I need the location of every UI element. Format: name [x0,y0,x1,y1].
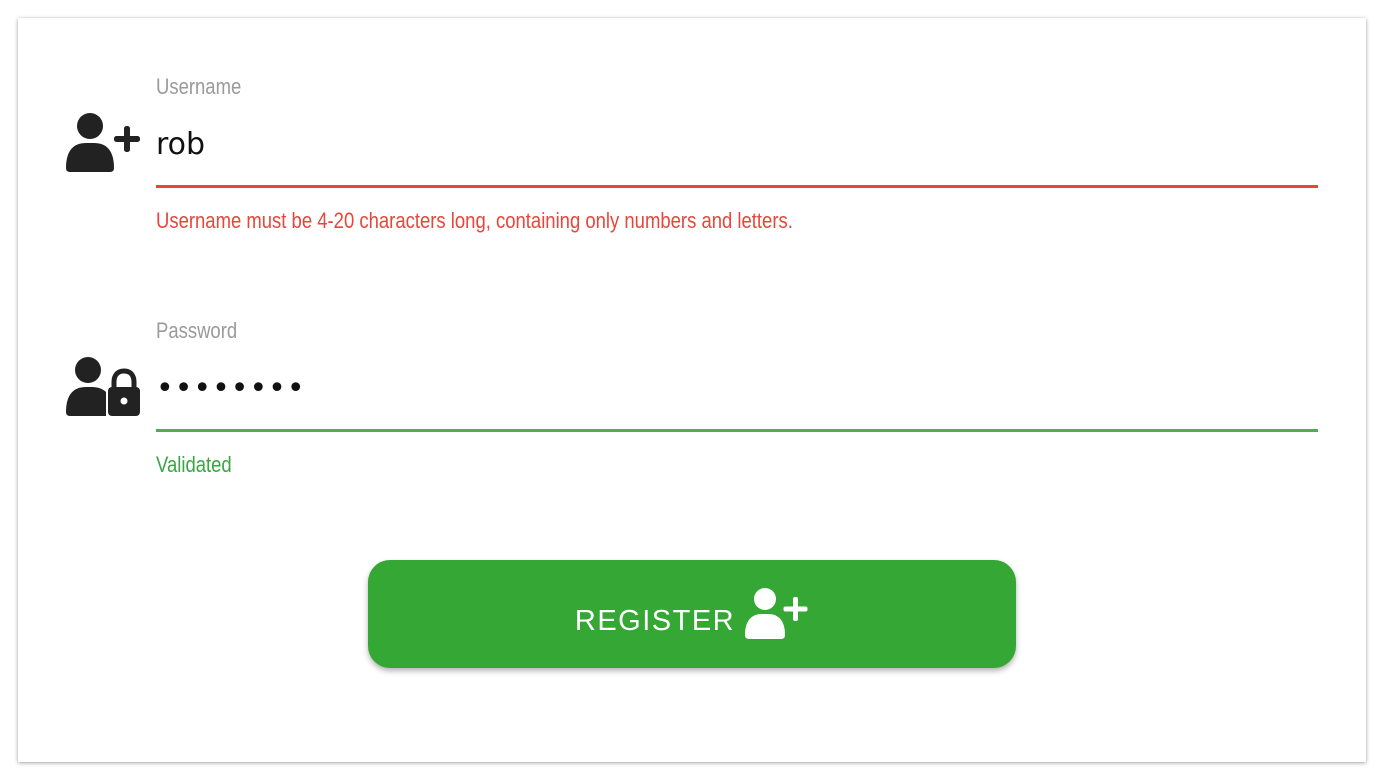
user-plus-icon [66,113,140,172]
username-label: Username [156,74,242,99]
password-input[interactable] [156,366,1316,410]
register-button[interactable]: REGISTER [368,560,1016,668]
user-lock-icon [66,357,140,416]
username-input[interactable] [156,122,1316,166]
password-underline [156,429,1318,432]
register-button-label: REGISTER [574,604,736,637]
register-card: Username Username must be 4-20 character… [18,18,1366,762]
user-plus-icon [745,588,808,639]
username-underline [156,185,1318,188]
password-validated-message: Validated [156,452,232,477]
password-label: Password [156,318,238,343]
username-error-message: Username must be 4-20 characters long, c… [156,208,793,233]
